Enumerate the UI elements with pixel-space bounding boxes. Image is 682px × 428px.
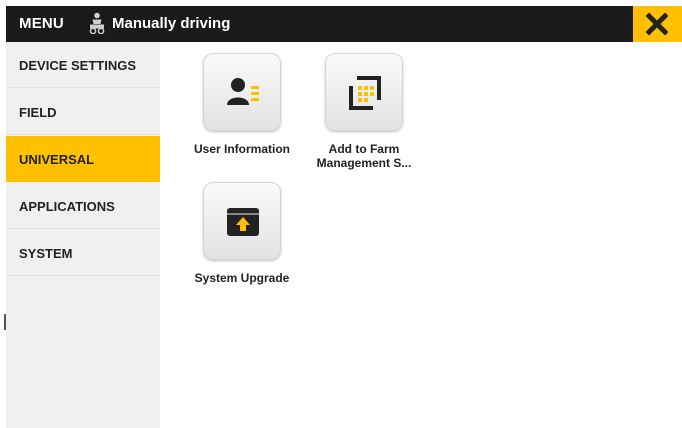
sidebar-item-system[interactable]: SYSTEM: [6, 230, 160, 276]
tractor-driver-icon: [89, 12, 105, 35]
sidebar-item-applications[interactable]: APPLICATIONS: [6, 183, 160, 229]
app-label: Add to Farm Management S...: [304, 142, 424, 170]
app-icon-button[interactable]: [325, 53, 403, 131]
menu-title: MENU: [19, 15, 64, 32]
app-label: User Information: [193, 142, 290, 156]
app-label-line: Management S...: [316, 156, 412, 170]
sidebar-item-label: DEVICE SETTINGS: [19, 58, 137, 73]
sidebar-item-label: SYSTEM: [19, 246, 73, 261]
sidebar-item-label: APPLICATIONS: [19, 199, 115, 214]
close-icon: [646, 13, 668, 35]
sidebar: DEVICE SETTINGS FIELD UNIVERSAL APPLICAT…: [6, 42, 160, 428]
sidebar-item-label: FIELD: [19, 105, 57, 120]
screen-edge-mark: [4, 314, 6, 330]
app-icon-button[interactable]: [203, 53, 281, 131]
app-label: System Upgrade: [194, 271, 290, 285]
app-label-line: Add to Farm: [328, 142, 400, 156]
sidebar-item-device-settings[interactable]: DEVICE SETTINGS: [6, 42, 160, 88]
main-content: User Information Add to Farm Management …: [160, 42, 682, 428]
farm-management-icon: [349, 76, 381, 110]
sidebar-item-universal[interactable]: UNIVERSAL: [6, 136, 160, 182]
app-screen: MENU Manually driving DEVICE SETTINGS FI…: [6, 6, 682, 428]
header-bar: MENU Manually driving: [6, 6, 682, 42]
sidebar-item-field[interactable]: FIELD: [6, 89, 160, 135]
driving-status: Manually driving: [112, 15, 231, 32]
user-info-icon: [227, 78, 259, 105]
app-icon-button[interactable]: [203, 182, 281, 260]
close-button[interactable]: [633, 6, 682, 42]
system-upgrade-icon: [227, 208, 259, 236]
sidebar-item-label: UNIVERSAL: [19, 152, 95, 167]
